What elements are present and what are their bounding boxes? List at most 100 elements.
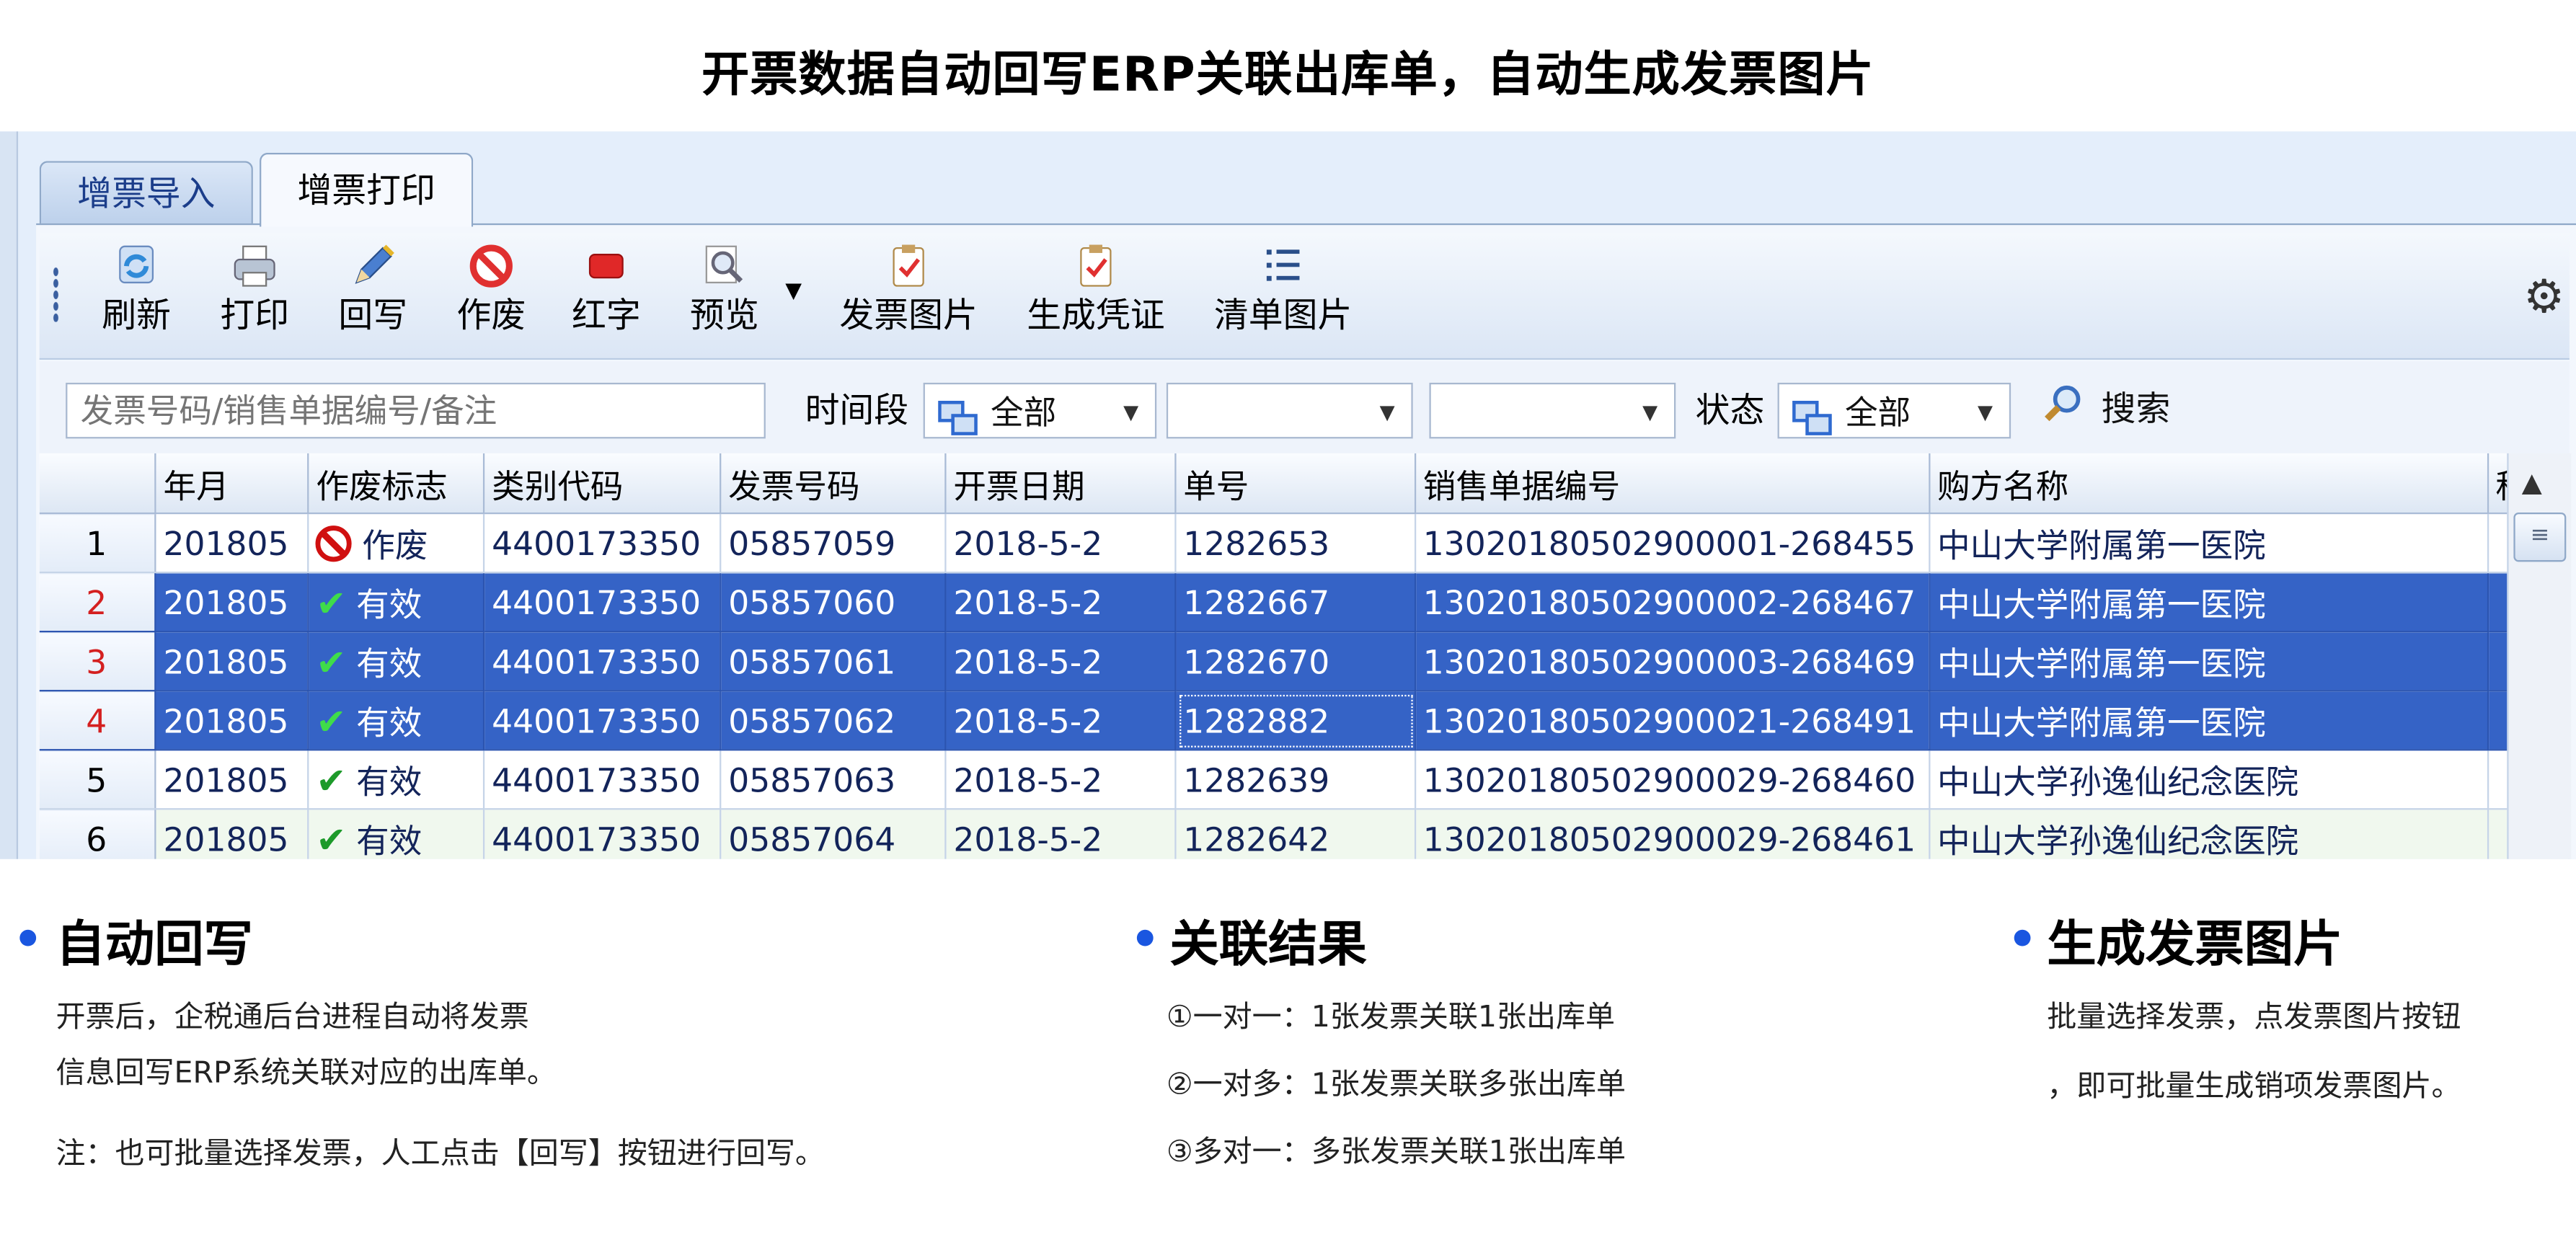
left-splitter[interactable] [0, 131, 19, 859]
cell-year-month[interactable]: 201805 [156, 631, 310, 692]
cell-void-flag[interactable]: ✔ 有效 [309, 750, 486, 810]
cell-order-number[interactable]: 1282642 [1175, 809, 1417, 859]
vertical-scrollbar[interactable]: ▲ ≡ [2507, 453, 2572, 859]
print-button[interactable]: 打印 [211, 236, 299, 355]
cell-sales-doc-number[interactable]: 13020180502900029-268461 [1415, 809, 1931, 859]
cell-category-code[interactable]: 4400173350 [484, 572, 722, 633]
cell-category-code[interactable]: 4400173350 [484, 513, 722, 574]
cell-sales-doc-number[interactable]: 13020180502900002-268467 [1415, 572, 1931, 633]
cell-order-number[interactable]: 1282667 [1175, 572, 1417, 633]
section-title-relation: 关联结果 [1169, 916, 1367, 975]
list-image-button[interactable]: 清单图片 [1213, 236, 1354, 355]
cell-invoice-number[interactable]: 05857061 [721, 631, 947, 692]
cell-invoice-date[interactable]: 2018-5-2 [946, 631, 1177, 692]
cell-buyer-name[interactable]: 中山大学附属第一医院 [1929, 691, 2489, 751]
cell-year-month[interactable]: 201805 [156, 691, 310, 751]
scroll-up-icon[interactable]: ▲ [2522, 466, 2542, 497]
preview-dropdown-icon[interactable]: ▼ [785, 279, 802, 303]
cell-void-flag[interactable]: 作废 [309, 513, 486, 574]
cell-year-month[interactable]: 201805 [156, 750, 310, 810]
cell-invoice-number[interactable]: 05857062 [721, 691, 947, 751]
cell-order-number[interactable]: 1282882 [1175, 691, 1417, 751]
status-select[interactable]: 全部 ▼ [1777, 382, 2011, 439]
bullet-dot-icon [2014, 929, 2031, 946]
date-to-select[interactable]: ▼ [1429, 382, 1676, 439]
cell-invoice-date[interactable]: 2018-5-2 [946, 572, 1177, 633]
column-header[interactable]: 开票日期 [946, 453, 1177, 515]
column-header[interactable]: 发票号码 [721, 453, 947, 515]
toolbar-grip-icon[interactable] [52, 266, 60, 322]
chevron-down-icon: ▼ [1379, 401, 1395, 424]
cell-category-code[interactable]: 4400173350 [484, 809, 722, 859]
row-number[interactable]: 4 [39, 691, 157, 751]
cell-invoice-number[interactable]: 05857063 [721, 750, 947, 810]
table-row[interactable]: 6 201805 ✔ 有效 4400173350 05857064 2018-5-2 1282… [39, 809, 2570, 859]
cell-invoice-number[interactable]: 05857064 [721, 809, 947, 859]
cell-buyer-name[interactable]: 中山大学附属第一医院 [1929, 631, 2489, 692]
cell-buyer-name[interactable]: 中山大学附属第一医院 [1929, 513, 2489, 574]
cell-category-code[interactable]: 4400173350 [484, 750, 722, 810]
cell-invoice-date[interactable]: 2018-5-2 [946, 750, 1177, 810]
cell-invoice-number[interactable]: 05857059 [721, 513, 947, 574]
cell-year-month[interactable]: 201805 [156, 809, 310, 859]
cell-sales-doc-number[interactable]: 13020180502900003-268469 [1415, 631, 1931, 692]
preview-button[interactable]: 预览 [680, 236, 769, 355]
table-row[interactable]: 4 201805 ✔ 有效 4400173350 05857062 2018-5-2 1282… [39, 691, 2570, 751]
cell-order-number[interactable]: 1282670 [1175, 631, 1417, 692]
column-header[interactable]: 销售单据编号 [1415, 453, 1931, 515]
cell-year-month[interactable]: 201805 [156, 513, 310, 574]
row-number[interactable]: 1 [39, 513, 157, 574]
cell-sales-doc-number[interactable]: 13020180502900001-268455 [1415, 513, 1931, 574]
checkmark-icon: ✔ [316, 585, 347, 626]
cell-sales-doc-number[interactable]: 13020180502900021-268491 [1415, 691, 1931, 751]
void-flag-text: 有效 [356, 644, 422, 683]
search-button[interactable]: 搜索 [2040, 381, 2170, 440]
cell-order-number[interactable]: 1282639 [1175, 750, 1417, 810]
writeback-button[interactable]: 回写 [329, 236, 417, 355]
cell-void-flag[interactable]: ✔ 有效 [309, 572, 486, 633]
cell-buyer-name[interactable]: 中山大学孙逸仙纪念医院 [1929, 809, 2489, 859]
row-number[interactable]: 5 [39, 750, 157, 810]
column-header[interactable]: 类别代码 [484, 453, 722, 515]
gear-icon[interactable]: ⚙ [2523, 270, 2564, 324]
cell-year-month[interactable]: 201805 [156, 572, 310, 633]
cell-void-flag[interactable]: ✔ 有效 [309, 809, 486, 859]
scroll-thumb[interactable]: ≡ [2513, 512, 2567, 562]
cell-void-flag[interactable]: ✔ 有效 [309, 691, 486, 751]
cell-order-number[interactable]: 1282653 [1175, 513, 1417, 574]
row-number[interactable]: 6 [39, 809, 157, 859]
refresh-button[interactable]: 刷新 [92, 236, 181, 355]
search-input[interactable] [66, 382, 766, 439]
cell-invoice-date[interactable]: 2018-5-2 [946, 513, 1177, 574]
invoice-image-button[interactable]: 发票图片 [838, 236, 979, 355]
cell-buyer-name[interactable]: 中山大学孙逸仙纪念医院 [1929, 750, 2489, 810]
tab-invoice-print[interactable]: 增票打印 [260, 152, 474, 227]
cell-sales-doc-number[interactable]: 13020180502900029-268460 [1415, 750, 1931, 810]
void-label: 作废 [456, 296, 526, 335]
void-button[interactable]: 作废 [447, 236, 536, 355]
cell-invoice-date[interactable]: 2018-5-2 [946, 691, 1177, 751]
cell-void-flag[interactable]: ✔ 有效 [309, 631, 486, 692]
table-row[interactable]: 5 201805 ✔ 有效 4400173350 05857063 2018-5-2 1282… [39, 750, 2570, 810]
table-row[interactable]: 2 201805 ✔ 有效 4400173350 05857060 2018-5-2 1282… [39, 572, 2570, 633]
red-invoice-button[interactable]: 红字 [562, 236, 650, 355]
cell-invoice-date[interactable]: 2018-5-2 [946, 809, 1177, 859]
table-row[interactable]: 1 201805 作废 4400173350 05857059 2018-5-2 12826… [39, 513, 2570, 574]
tab-invoice-import[interactable]: 增票导入 [39, 161, 253, 226]
column-header[interactable]: 购方名称 [1929, 453, 2489, 515]
cell-category-code[interactable]: 4400173350 [484, 691, 722, 751]
row-number[interactable]: 2 [39, 572, 157, 633]
generate-voucher-button[interactable]: 生成凭证 [1025, 236, 1167, 355]
date-from-select[interactable]: ▼ [1166, 382, 1413, 439]
bullet-dot-icon [19, 929, 37, 946]
column-header[interactable]: 作废标志 [309, 453, 486, 515]
cell-invoice-number[interactable]: 05857060 [721, 572, 947, 633]
cell-category-code[interactable]: 4400173350 [484, 631, 722, 692]
column-header[interactable]: 单号 [1175, 453, 1417, 515]
time-range-select[interactable]: 全部 ▼ [923, 382, 1157, 439]
column-header[interactable]: 年月 [156, 453, 310, 515]
table-row[interactable]: 3 201805 ✔ 有效 4400173350 05857061 2018-5-2 1282… [39, 631, 2570, 692]
row-number[interactable]: 3 [39, 631, 157, 692]
row-number-header[interactable] [39, 453, 157, 515]
cell-buyer-name[interactable]: 中山大学附属第一医院 [1929, 572, 2489, 633]
